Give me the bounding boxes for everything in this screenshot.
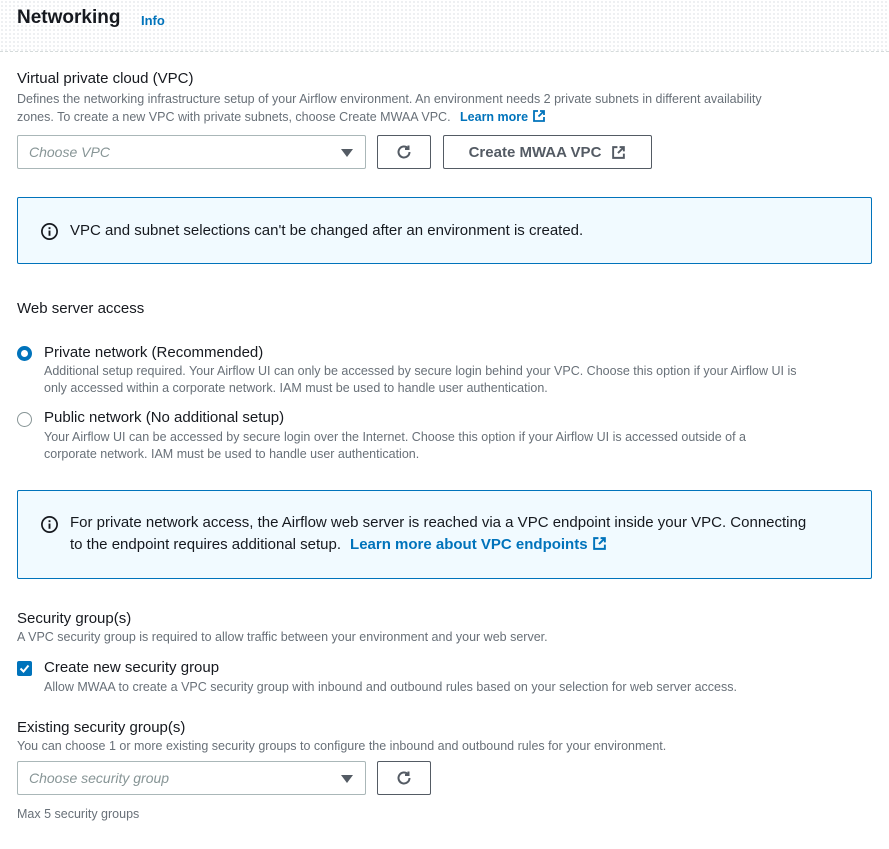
existing-security-groups-label: Existing security group(s) [17, 719, 186, 736]
vpc-endpoints-link-label: Learn more about VPC endpoints [350, 536, 588, 553]
vpc-select[interactable]: Choose VPC [17, 135, 366, 169]
vpc-alert-text: VPC and subnet selections can't be chang… [70, 222, 584, 239]
vpc-label: Virtual private cloud (VPC) [17, 70, 194, 87]
public-network-desc-2: corporate network. IAM must be used to h… [44, 447, 420, 461]
existing-security-groups-description: You can choose 1 or more existing securi… [17, 739, 667, 753]
create-mwaa-vpc-button[interactable]: Create MWAA VPC [443, 135, 652, 169]
external-link-icon [592, 537, 606, 550]
vpc-description-line-1: Defines the networking infrastructure se… [17, 92, 762, 106]
create-mwaa-vpc-label: Create MWAA VPC [468, 143, 602, 161]
vpc-refresh-button[interactable] [377, 135, 431, 169]
learn-more-label: Learn more [460, 110, 529, 124]
vpc-endpoints-learn-more-link[interactable]: Learn more about VPC endpoints [350, 536, 607, 553]
security-groups-description: A VPC security group is required to allo… [17, 630, 548, 644]
vpc-info-alert: VPC and subnet selections can't be chang… [17, 197, 872, 264]
vpc-select-placeholder: Choose VPC [29, 144, 110, 160]
private-network-desc-2: only accessed within a corporate network… [44, 381, 548, 395]
info-circle-icon [41, 516, 58, 533]
public-network-desc-1: Your Airflow UI can be accessed by secur… [44, 430, 746, 444]
external-link-icon [612, 145, 626, 159]
info-circle-icon [41, 223, 58, 240]
private-network-desc-1: Additional setup required. Your Airflow … [44, 364, 797, 378]
security-group-refresh-button[interactable] [377, 761, 431, 795]
refresh-icon [397, 771, 411, 785]
vpc-description-line-2: zones. To create a new VPC with private … [17, 108, 546, 126]
private-alert-line-1: For private network access, the Airflow … [70, 514, 807, 531]
vpc-description-text: zones. To create a new VPC with private … [17, 110, 451, 124]
vpc-learn-more-link[interactable]: Learn more [460, 110, 546, 124]
caret-down-icon [341, 149, 353, 157]
web-server-access-label: Web server access [17, 300, 145, 317]
info-link[interactable]: Info [141, 13, 165, 28]
private-network-radio[interactable] [17, 346, 32, 361]
private-alert-line-2-text: to the endpoint requires additional setu… [70, 536, 342, 553]
create-security-group-desc: Allow MWAA to create a VPC security grou… [44, 680, 737, 694]
section-header: Networking Info [0, 0, 889, 52]
create-security-group-checkbox[interactable] [17, 661, 32, 676]
refresh-icon [397, 145, 411, 159]
private-alert-line-2: to the endpoint requires additional setu… [70, 534, 607, 556]
caret-down-icon [341, 775, 353, 783]
max-security-groups-hint: Max 5 security groups [17, 807, 140, 821]
public-network-label: Public network (No additional setup) [44, 409, 285, 426]
create-security-group-label: Create new security group [44, 659, 220, 676]
private-network-info-alert: For private network access, the Airflow … [17, 490, 872, 579]
security-groups-label: Security group(s) [17, 610, 132, 627]
private-network-label: Private network (Recommended) [44, 344, 264, 361]
section-title: Networking [17, 7, 121, 28]
security-group-select-placeholder: Choose security group [29, 770, 170, 786]
public-network-radio[interactable] [17, 412, 32, 427]
external-link-icon [533, 110, 546, 122]
security-group-select[interactable]: Choose security group [17, 761, 366, 795]
checkmark-icon [19, 664, 30, 673]
